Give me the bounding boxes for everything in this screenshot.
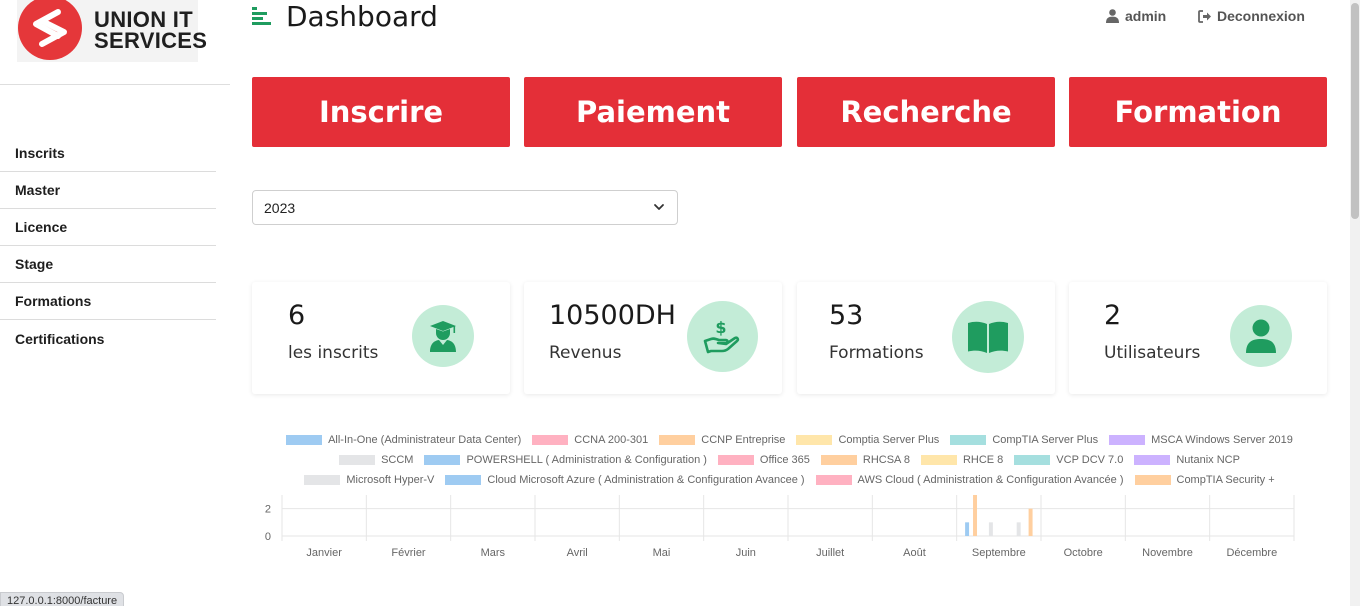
x-tick-label: Juin [736, 547, 756, 559]
x-tick-label: Mars [481, 547, 506, 559]
bar [1016, 522, 1021, 536]
stat-card-revenus: 10500DH Revenus $ [524, 282, 782, 394]
brand-name: UNION IT SERVICES [94, 7, 208, 53]
x-tick-label: Juillet [816, 547, 844, 559]
sign-out-icon [1198, 9, 1211, 23]
sidebar-item-stage[interactable]: Stage [0, 246, 216, 283]
stat-value: 10500DH [549, 300, 676, 331]
user-icon [1230, 305, 1292, 367]
sidebar-item-licence[interactable]: Licence [0, 209, 216, 246]
sidebar-item-certifications[interactable]: Certifications [0, 320, 216, 357]
x-tick-label: Août [903, 547, 926, 559]
stat-label: les inscrits [288, 343, 379, 363]
stat-value: 2 [1104, 300, 1122, 331]
brand-line-1: UNION IT [94, 7, 193, 32]
x-tick-label: Janvier [306, 547, 342, 559]
brand-logo[interactable]: UNION IT SERVICES [17, 0, 207, 62]
monthly-chart: All-In-One (Administrateur Data Center) C… [252, 428, 1327, 568]
x-tick-label: Décembre [1226, 547, 1277, 559]
sidebar-item-label: Master [15, 182, 61, 198]
page-scrollbar[interactable] [1350, 0, 1360, 606]
chevron-down-icon [654, 204, 664, 210]
user-name: admin [1125, 8, 1167, 24]
y-tick-label: 2 [265, 504, 271, 516]
x-tick-label: Novembre [1142, 547, 1193, 559]
menu-toggle-icon[interactable] [252, 7, 272, 25]
page-title: Dashboard [286, 0, 438, 33]
stat-value: 53 [829, 300, 864, 331]
logo-mark-icon [18, 0, 82, 60]
bar [1028, 508, 1033, 536]
x-tick-label: Mai [653, 547, 671, 559]
sidebar-nav: Inscrits Master Licence Stage Formations… [0, 135, 216, 357]
sidebar-item-label: Certifications [15, 330, 105, 347]
stat-value: 6 [288, 300, 306, 331]
bar [988, 522, 993, 536]
book-icon [952, 301, 1024, 373]
user-menu[interactable]: admin [1106, 8, 1166, 24]
sidebar-item-label: Stage [15, 256, 54, 272]
graduate-icon [412, 305, 474, 367]
user-icon [1106, 9, 1119, 23]
sidebar-item-master[interactable]: Master [0, 172, 216, 209]
formation-button[interactable]: Formation [1069, 77, 1327, 147]
year-select-value: 2023 [264, 199, 296, 216]
recherche-button[interactable]: Recherche [797, 77, 1055, 147]
y-tick-label: 0 [265, 531, 271, 543]
stat-card-formations: 53 Formations [797, 282, 1055, 394]
x-tick-label: Avril [567, 547, 588, 559]
sidebar-item-inscrits[interactable]: Inscrits [0, 135, 216, 172]
logout-link[interactable]: Deconnexion [1198, 8, 1305, 24]
money-hand-icon: $ [687, 301, 758, 372]
bar [965, 522, 970, 536]
sidebar-item-formations[interactable]: Formations [0, 283, 216, 320]
paiement-button[interactable]: Paiement [524, 77, 782, 147]
inscrire-button[interactable]: Inscrire [252, 77, 510, 147]
bar [973, 495, 978, 536]
sidebar-item-label: Licence [15, 219, 68, 235]
x-tick-label: Septembre [972, 547, 1026, 559]
stat-card-utilisateurs: 2 Utilisateurs [1069, 282, 1327, 394]
svg-text:$: $ [715, 319, 726, 337]
brand-line-2: SERVICES [94, 28, 208, 53]
stat-label: Utilisateurs [1104, 343, 1201, 363]
year-select[interactable]: 2023 [252, 190, 678, 225]
logout-label: Deconnexion [1217, 8, 1305, 24]
sidebar-item-label: Formations [15, 293, 92, 309]
stat-card-inscrits: 6 les inscrits [252, 282, 510, 394]
scrollbar-thumb[interactable] [1351, 3, 1359, 219]
chart-plot: 0 2 Janvier Février Mars Avril Mai Juin Juillet A… [265, 495, 1295, 559]
x-tick-label: Octobre [1064, 547, 1103, 559]
sidebar-item-label: Inscrits [15, 145, 65, 161]
status-bar-url: 127.0.0.1:8000/facture [0, 592, 125, 606]
stat-label: Formations [829, 343, 924, 363]
sidebar: UNION IT SERVICES Inscrits Master Licenc… [0, 0, 230, 606]
sidebar-divider [0, 84, 230, 85]
x-tick-label: Février [391, 547, 426, 559]
stat-label: Revenus [549, 343, 622, 363]
